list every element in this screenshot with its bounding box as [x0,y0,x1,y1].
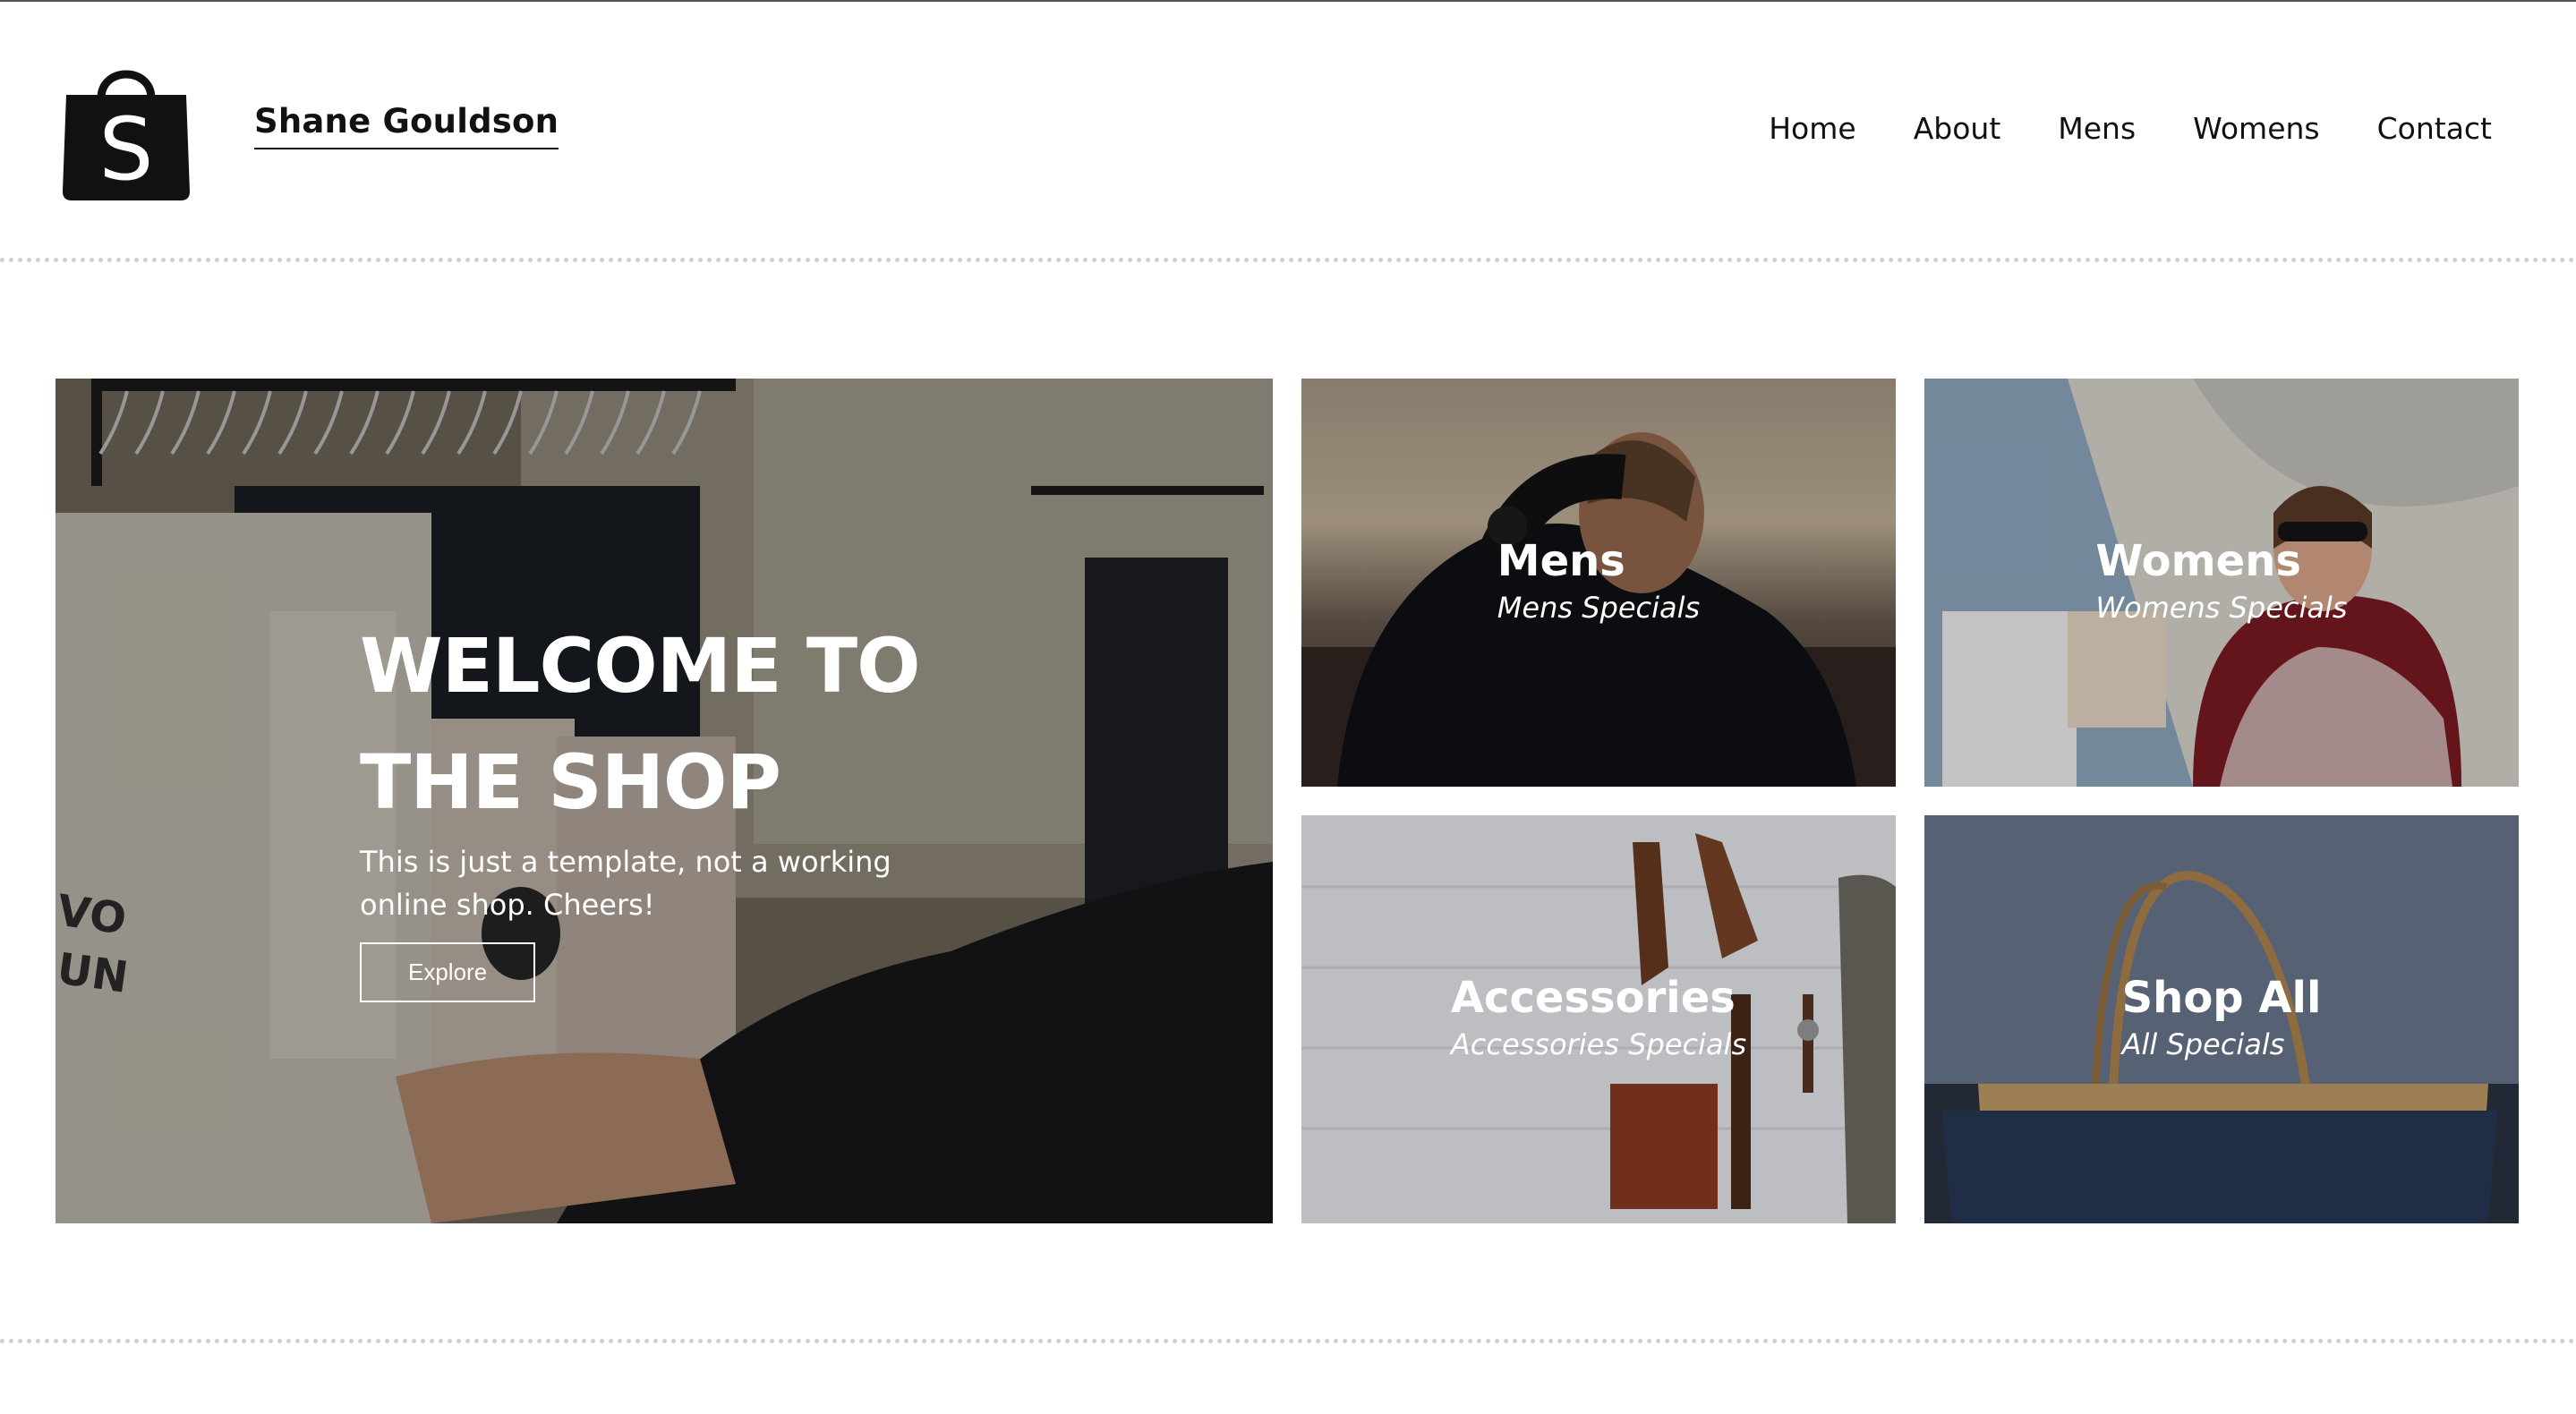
shop-all-subtitle: All Specials [2121,1027,2285,1061]
page: S Shane Gouldson Home About Mens Womens … [0,0,2576,1414]
hero-content: WELCOME TO THE SHOP This is just a templ… [360,608,986,1002]
header-divider [0,258,2576,262]
shirt-print: VO UN [55,885,127,1002]
shopping-bag-icon[interactable]: S [61,57,192,204]
accessories-subtitle: Accessories Specials [1450,1027,1747,1061]
mens-title: Mens [1497,536,1625,586]
accessories-title: Accessories [1450,973,1736,1023]
explore-button[interactable]: Explore [360,942,536,1002]
hero-title-line1: WELCOME TO [360,622,921,710]
mens-subtitle: Mens Specials [1497,591,1701,625]
hero-banner: VO UN WELCOME TO THE SHOP This is just a… [55,379,1273,1223]
nav-home[interactable]: Home [1769,111,1855,146]
nav-mens[interactable]: Mens [2058,111,2136,146]
womens-subtitle: Womens Specials [2095,591,2348,625]
site-header: S Shane Gouldson Home About Mens Womens … [0,2,2576,260]
hero-subtitle: This is just a template, not a working o… [360,845,891,922]
svg-text:UN: UN [55,943,127,1002]
hero-title: WELCOME TO THE SHOP [360,608,986,840]
category-womens[interactable]: Womens Womens Specials [1924,379,2519,787]
womens-title: Womens [2095,536,2301,586]
hero-title-line2: THE SHOP [360,738,781,826]
category-shop-all[interactable]: Shop All All Specials [1924,815,2519,1223]
logo-letter: S [99,99,154,200]
nav-womens[interactable]: Womens [2193,111,2319,146]
nav-contact[interactable]: Contact [2377,111,2492,146]
womens-label: Womens Womens Specials [1924,379,2519,787]
category-accessories[interactable]: Accessories Accessories Specials [1301,815,1896,1223]
brand-link[interactable]: Shane Gouldson [254,102,559,149]
nav-about[interactable]: About [1914,111,2001,146]
mens-label: Mens Mens Specials [1301,379,1896,787]
shop-all-title: Shop All [2121,973,2322,1023]
shop-all-label: Shop All All Specials [1924,815,2519,1223]
main-nav: Home About Mens Womens Contact [1769,111,2492,146]
accessories-label: Accessories Accessories Specials [1301,815,1896,1223]
svg-text:VO: VO [55,885,127,944]
footer-divider [0,1339,2576,1343]
category-mens[interactable]: Mens Mens Specials [1301,379,1896,787]
